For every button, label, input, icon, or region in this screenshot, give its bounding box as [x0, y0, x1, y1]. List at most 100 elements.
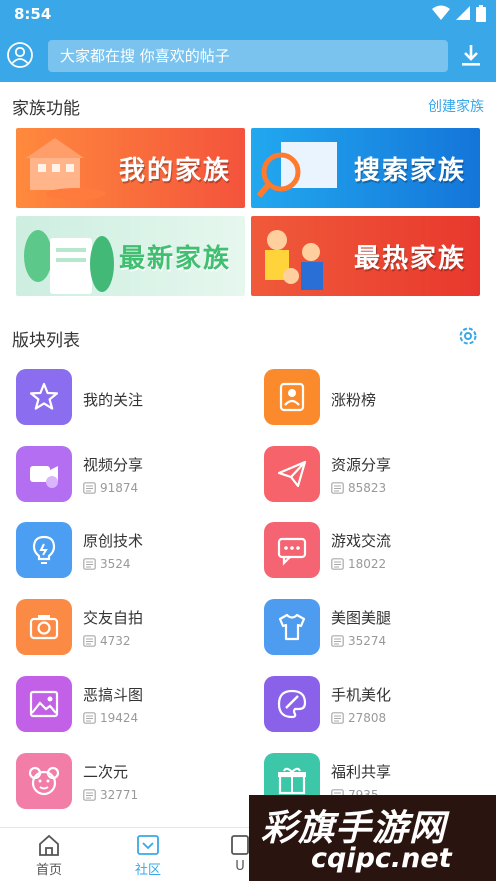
download-icon[interactable]: [460, 43, 482, 67]
comment-icon: [331, 482, 344, 494]
comment-icon: [83, 712, 96, 724]
board-post-count: 91874: [83, 481, 138, 495]
board-item[interactable]: 我的关注: [0, 363, 240, 433]
palette-icon: [277, 689, 307, 719]
board-post-count-value: 19424: [100, 711, 139, 725]
board-name: 资源分享: [331, 456, 392, 474]
status-bar: 8:54: [0, 0, 496, 28]
board-name: 涨粉榜: [331, 391, 377, 409]
watermark-url: cqipc.net: [311, 843, 452, 874]
board-item[interactable]: 美图美腿 35274: [248, 593, 488, 663]
signal-icon: [456, 6, 470, 20]
board-post-count-value: 85823: [348, 481, 387, 495]
comment-icon: [83, 789, 96, 801]
boards-section-header: 版块列表: [0, 316, 496, 356]
magnifier-book-illustration-icon: [256, 142, 337, 198]
comment-icon: [331, 558, 344, 570]
board-icon-tile: [16, 522, 72, 578]
tab-community[interactable]: 社区: [118, 834, 178, 878]
people-illustration-icon: [265, 230, 323, 290]
board-post-count: 27808: [331, 711, 386, 725]
board-name: 交友自拍: [83, 609, 144, 627]
board-item[interactable]: 手机美化 27808: [248, 670, 488, 740]
watermark-logo: 彩旗手游网 cqipc.net: [249, 795, 496, 881]
board-item[interactable]: 资源分享 85823: [248, 440, 488, 510]
board-icon-tile: [264, 446, 320, 502]
tab-label: U: [235, 859, 245, 874]
banner-label: 最热家族: [353, 244, 466, 274]
create-family-link[interactable]: 创建家族: [428, 96, 484, 116]
board-name: 视频分享: [83, 456, 144, 474]
search-input[interactable]: 大家都在搜 你喜欢的帖子: [48, 40, 448, 72]
board-icon-tile: [264, 599, 320, 655]
my-family-banner[interactable]: 我的家族: [16, 128, 245, 208]
gear-icon[interactable]: [456, 324, 480, 348]
battery-icon: [476, 5, 486, 22]
board-name: 手机美化: [331, 686, 392, 704]
board-icon-tile: [16, 599, 72, 655]
ranking-badge-icon: [279, 382, 305, 412]
chat-bubble-icon: [277, 537, 307, 566]
board-post-count-value: 32771: [100, 788, 139, 802]
board-post-count: 85823: [331, 481, 386, 495]
tshirt-icon: [278, 613, 306, 641]
board-item[interactable]: 涨粉榜: [248, 363, 488, 433]
board-name: 游戏交流: [331, 532, 392, 550]
building-illustration-icon: [26, 138, 106, 200]
camera-icon: [29, 615, 59, 640]
board-post-count: 35274: [331, 634, 386, 648]
community-icon: [137, 835, 159, 855]
plants-illustration-icon: [24, 230, 114, 294]
board-post-count-value: 91874: [100, 481, 139, 495]
board-post-count: 19424: [83, 711, 138, 725]
board-icon-tile: [264, 522, 320, 578]
gift-icon: [278, 767, 306, 795]
tab-label: 社区: [134, 863, 161, 878]
board-post-count: 18022: [331, 557, 386, 571]
hot-family-banner[interactable]: 最热家族: [251, 216, 480, 296]
board-post-count-value: 27808: [348, 711, 387, 725]
board-icon-tile: [16, 753, 72, 809]
family-section-header: 家族功能 创建家族: [0, 84, 496, 124]
status-time: 8:54: [14, 5, 52, 23]
board-item[interactable]: 视频分享 91874: [0, 440, 240, 510]
new-family-banner[interactable]: 最新家族: [16, 216, 245, 296]
comment-icon: [83, 482, 96, 494]
search-family-banner[interactable]: 搜索家族: [251, 128, 480, 208]
wifi-icon: [432, 5, 450, 20]
tab-home[interactable]: 首页: [19, 834, 79, 878]
board-item[interactable]: 恶搞斗图 19424: [0, 670, 240, 740]
comment-icon: [331, 635, 344, 647]
paper-plane-icon: [277, 460, 307, 488]
tab-label: 首页: [35, 863, 62, 878]
lightbulb-icon: [32, 535, 56, 564]
star-icon: [29, 382, 59, 410]
boards-section-title: 版块列表: [12, 331, 80, 351]
bear-face-icon: [28, 766, 60, 796]
board-post-count-value: 18022: [348, 557, 387, 571]
banner-label: 我的家族: [118, 156, 231, 186]
video-share-icon: [30, 466, 58, 488]
board-icon-tile: [16, 446, 72, 502]
banner-label: 搜索家族: [353, 156, 466, 186]
comment-icon: [83, 558, 96, 570]
board-icon-tile: [16, 369, 72, 425]
top-bar: 大家都在搜 你喜欢的帖子: [0, 28, 496, 82]
board-item[interactable]: 游戏交流 18022: [248, 516, 488, 586]
board-post-count: 4732: [83, 634, 131, 648]
board-item[interactable]: 二次元 32771: [0, 747, 240, 817]
banner-label: 最新家族: [118, 244, 231, 274]
picture-icon: [29, 690, 59, 718]
status-icons: [432, 5, 486, 22]
board-post-count-value: 4732: [100, 634, 131, 648]
board-name: 我的关注: [83, 391, 144, 409]
board-item[interactable]: 交友自拍 4732: [0, 593, 240, 663]
board-post-count-value: 35274: [348, 634, 387, 648]
comment-icon: [83, 635, 96, 647]
board-post-count: 32771: [83, 788, 138, 802]
board-item[interactable]: 原创技术 3524: [0, 516, 240, 586]
home-icon: [39, 834, 59, 856]
board-post-count-value: 3524: [100, 557, 131, 571]
user-avatar-icon[interactable]: [7, 42, 33, 68]
comment-icon: [331, 712, 344, 724]
